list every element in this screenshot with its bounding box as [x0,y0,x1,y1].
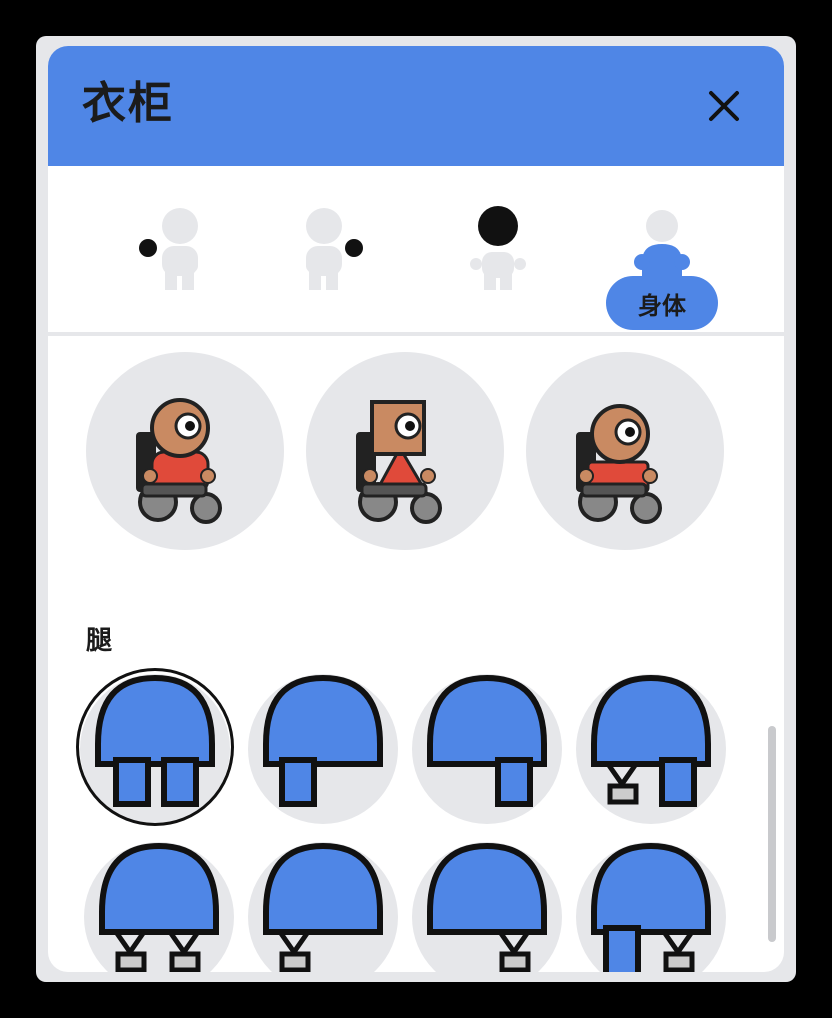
leg-option-leg-left-prosthetic-right[interactable] [576,842,726,972]
legs-icon [263,842,383,972]
divider [48,332,784,336]
category-tabs: 身体 [48,166,784,336]
legs-icon [427,674,547,807]
legs-icon [591,842,711,972]
tab-left-hand[interactable] [118,166,238,336]
wheelchair-avatar-icon [136,398,222,524]
legs-icon [99,842,219,972]
leg-option-two-legs[interactable] [80,674,230,824]
header: 衣柜 [48,46,784,166]
leg-option-prosthetic-right-only[interactable] [412,842,562,972]
body-option-round-head-alt[interactable] [526,352,724,550]
legs-icon [263,674,383,807]
tab-head[interactable] [438,166,558,336]
leg-option-right-leg[interactable] [412,674,562,824]
leg-option-left-leg[interactable] [248,674,398,824]
legs-icon [95,674,215,807]
body-option-round-head[interactable] [86,352,284,550]
wardrobe-panel: 衣柜 身体 腿 [48,46,784,972]
page-title: 衣柜 [82,78,174,129]
hand-icon [306,208,363,290]
tab-right-hand[interactable] [288,166,408,336]
wheelchair-avatar-icon [356,400,442,524]
body-option-square-head[interactable] [306,352,504,550]
tab-body-label[interactable]: 身体 [606,276,718,330]
leg-option-two-prosthetics[interactable] [84,842,234,972]
close-button[interactable] [698,74,750,138]
hand-icon [139,208,198,290]
scrollbar[interactable] [768,726,776,942]
head-icon [470,206,526,290]
legs-icon [427,842,547,972]
close-icon [709,91,739,121]
legs-section-title: 腿 [86,626,113,656]
legs-icon [591,674,711,807]
leg-option-prosthetic-left-only[interactable] [248,842,398,972]
leg-option-prosthetic-left[interactable] [576,674,726,824]
wheelchair-avatar-icon [576,404,662,524]
